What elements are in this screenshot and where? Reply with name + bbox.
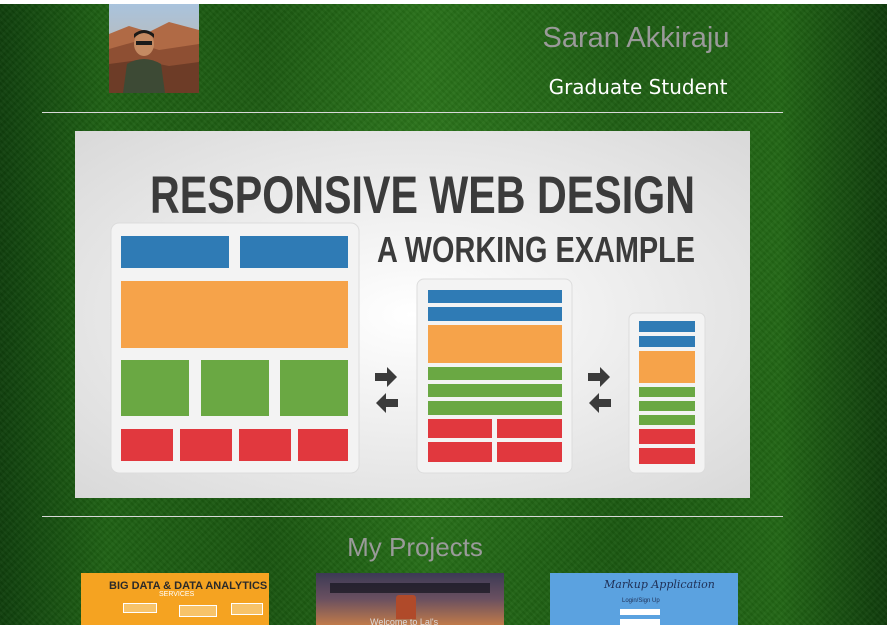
project-thumbnail-title: Markup Application bbox=[604, 578, 715, 591]
profile-photo-image bbox=[109, 4, 199, 93]
project-thumbnail-title: Welcome to Lal's bbox=[370, 617, 439, 625]
hero-title-line2: A WORKING EXAMPLE bbox=[377, 229, 695, 270]
profile-subtitle: Graduate Student bbox=[548, 75, 728, 99]
project-thumbnail-subtitle: Login/Sign Up bbox=[622, 598, 660, 604]
profile-photo bbox=[109, 4, 199, 93]
project-thumbnail-website[interactable]: Welcome to Lal's bbox=[316, 573, 504, 625]
divider-bottom bbox=[42, 516, 783, 517]
projects-heading: My Projects bbox=[347, 532, 483, 562]
profile-name: Saran Akkiraju bbox=[542, 22, 730, 54]
project-thumbnail-subtitle: SERVICES bbox=[159, 591, 195, 598]
hero-image: RESPONSIVE WEB DESIGN A WORKING EXAMPLE bbox=[75, 131, 750, 498]
project-thumbnail-big-data[interactable]: BIG DATA & DATA ANALYTICS SERVICES bbox=[81, 573, 269, 625]
project-thumbnail-markup-app[interactable]: Markup Application Login/Sign Up bbox=[550, 573, 738, 625]
hero-title-line1: RESPONSIVE WEB DESIGN bbox=[150, 166, 695, 225]
divider-top bbox=[42, 112, 783, 113]
